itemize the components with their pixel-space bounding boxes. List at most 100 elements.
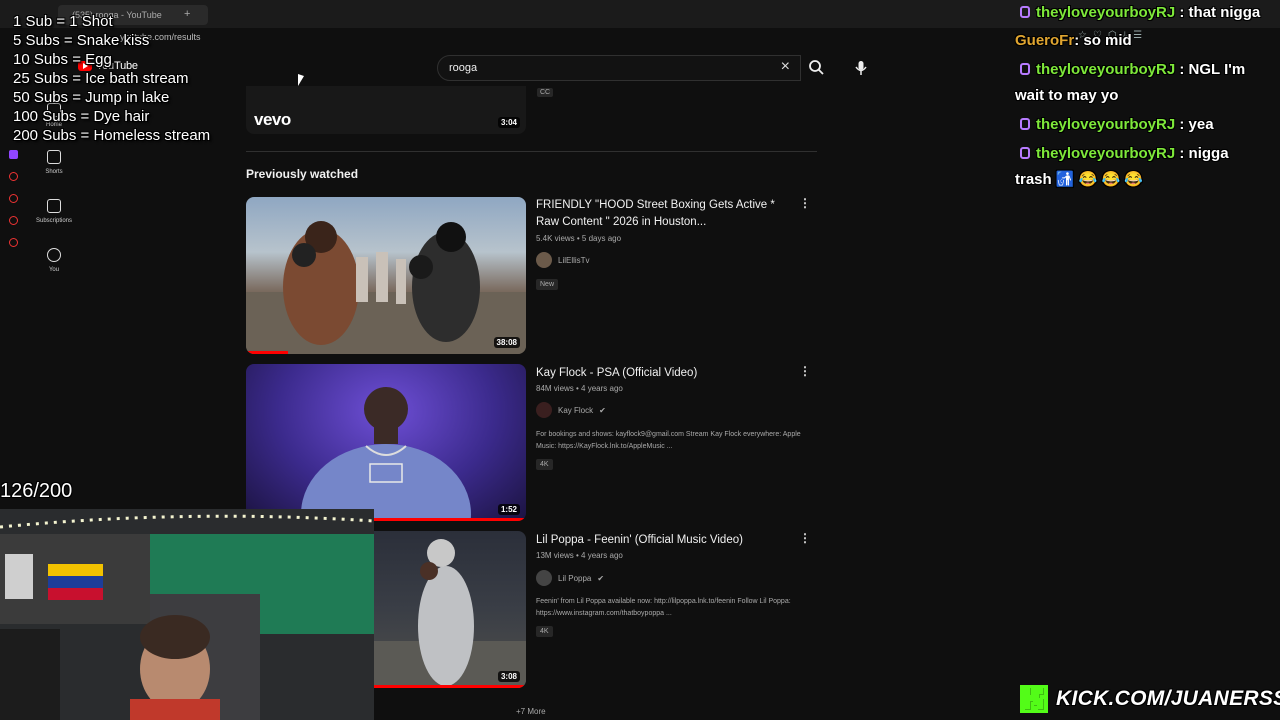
sub-count: 126/200 [0,480,73,502]
sidebar-item-you[interactable]: You [28,248,80,273]
chat-username: theyloveyourboyRJ [1036,4,1176,21]
video-meta: 84M views • 4 years ago [536,384,623,393]
twitch-icon[interactable] [9,150,18,159]
extension-strip [9,150,23,260]
video-badge: 4K [536,459,553,470]
sidebar-item-label: Subscriptions [35,218,73,224]
search-bar[interactable]: rooga × [437,55,801,81]
settings-icon[interactable] [9,238,18,247]
clock-icon[interactable] [9,194,18,203]
channel-link[interactable]: Kay Flock ✔ [536,402,606,418]
video-thumbnail[interactable]: 1:52 [246,364,526,521]
chat-text: wait to may yo [1015,87,1119,104]
section-divider [246,151,817,152]
sub-goal: 5 Subs = Snake kiss [13,32,150,49]
show-more-link[interactable]: +7 More [516,707,546,716]
search-button[interactable] [801,55,833,81]
chat-text: : that nigga [1175,4,1261,21]
chat-username: theyloveyourboyRJ [1036,116,1176,133]
chat-badge-icon [1020,147,1030,159]
chat-message: GueroFr: so mid [1015,28,1132,54]
chat-message: theyloveyourboyRJ : NGL I'm [1015,57,1245,83]
more-options-icon[interactable]: ⋮ [799,364,811,378]
video-title[interactable]: Lil Poppa - Feenin' (Official Music Vide… [536,532,791,549]
chat-text: trash 🚮 😂 😂 😂 [1015,171,1144,188]
sub-goal: 50 Subs = Jump in lake [13,89,170,106]
you-icon [47,248,61,262]
video-duration: 3:08 [497,671,520,682]
channel-link[interactable]: Lil Poppa ✔ [536,570,604,586]
search-input[interactable]: rooga [449,62,477,74]
video-meta: 13M views • 4 years ago [536,551,623,560]
channel-name: Kay Flock [558,405,594,415]
video-duration: 38:08 [493,337,520,348]
thumbnail-image [246,221,526,354]
vevo-logo: vevo [254,110,291,129]
chat-message: theyloveyourboyRJ : that nigga [1015,0,1260,26]
menu-icon[interactable]: ☰ [1133,30,1142,41]
chat-badge-icon [1020,6,1030,18]
video-badge: 4K [536,626,553,637]
channel-link[interactable]: LilEllisTv [536,252,590,268]
webcam-image [0,509,374,720]
video-duration: 3:04 [497,117,520,128]
close-icon[interactable]: × [781,58,790,76]
subscriptions-icon [47,199,61,213]
sub-goal: 10 Subs = Egg [13,51,112,68]
sidebar-item-subscriptions[interactable]: Subscriptions [28,199,80,224]
sidebar-item-label: Shorts [45,169,63,175]
sidebar-item-label: You [48,267,60,273]
kick-banner: KICK.COM/JUANERSSS [1020,685,1280,713]
shorts-icon [47,150,61,164]
record-icon[interactable] [9,172,18,181]
section-title: Previously watched [246,167,359,181]
sidebar-item-shorts[interactable]: Shorts [28,150,80,175]
mouse-cursor-icon [298,74,304,86]
sub-goal: 25 Subs = Ice bath stream [13,70,189,87]
avatar [536,252,552,268]
kick-logo-icon [1020,685,1048,713]
avatar [536,402,552,418]
video-thumbnail[interactable]: 38:08 [246,197,526,354]
sub-goal: 200 Subs = Homeless stream [13,127,211,144]
kick-url: KICK.COM/JUANERSSS [1056,687,1280,710]
chat-text: : nigga [1175,145,1229,162]
more-options-icon[interactable]: ⋮ [799,531,811,545]
sub-goal: 100 Subs = Dye hair [13,108,150,125]
microphone-icon [855,61,867,75]
chat-message: wait to may yo [1015,83,1118,109]
channel-name: Lil Poppa [558,573,592,583]
chat-text: : NGL I'm [1175,61,1246,78]
more-options-icon[interactable]: ⋮ [799,196,811,210]
kick-k-glyph [1024,687,1044,710]
video-badge: New [536,279,559,290]
chat-text: : so mid [1074,32,1132,49]
avatar [536,570,552,586]
video-title[interactable]: FRIENDLY "HOOD Street Boxing Gets Active… [536,197,791,231]
sub-goal: 1 Sub = 1 Shot [13,13,113,30]
video-description: For bookings and shows: kayflock9@gmail.… [536,431,801,450]
chat-message: theyloveyourboyRJ : yea [1015,112,1214,138]
cc-badge: CC [537,88,554,97]
shield-icon[interactable] [9,216,18,225]
chat-message: theyloveyourboyRJ : nigga [1015,141,1229,167]
video-thumbnail-top[interactable]: vevo 3:04 [246,86,526,134]
voice-search-button[interactable] [848,55,874,81]
sub-goals-overlay: 1 Sub = 1 Shot 5 Subs = Snake kiss 10 Su… [13,12,210,145]
video-title[interactable]: Kay Flock - PSA (Official Video) [536,365,791,382]
search-icon [809,60,824,75]
thumbnail-image [301,387,471,521]
video-description: Feenin' from Lil Poppa available now: ht… [536,598,791,617]
chat-text: : yea [1175,116,1214,133]
watch-progress-bar [246,351,288,354]
chat-badge-icon [1020,118,1030,130]
channel-name: LilEllisTv [558,255,590,265]
chat-username: GueroFr [1015,32,1075,49]
chat-message: trash 🚮 😂 😂 😂 [1015,167,1143,193]
video-duration: 1:52 [497,504,520,515]
webcam-feed [0,509,374,720]
chat-badge-icon [1020,63,1030,75]
verified-icon: ✔ [599,405,606,415]
chat-username: theyloveyourboyRJ [1036,145,1176,162]
verified-icon: ✔ [597,573,605,583]
